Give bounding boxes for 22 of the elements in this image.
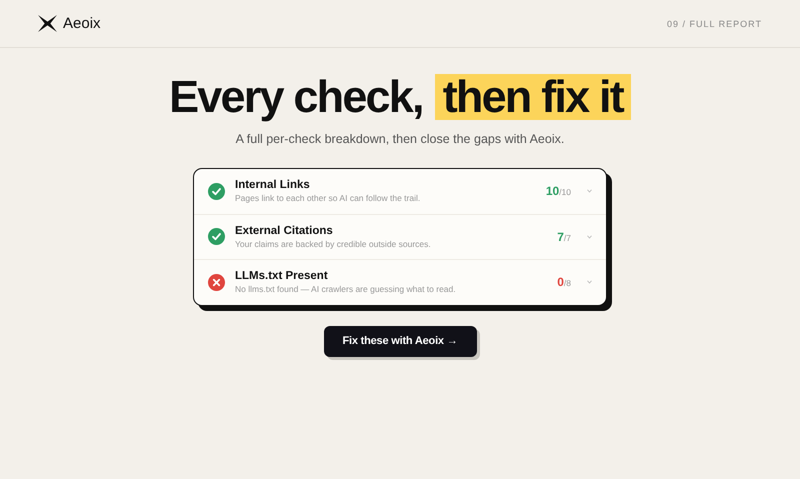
page-label: 09 / FULL REPORT xyxy=(666,18,762,28)
check-row[interactable]: External Citations Your claims are backed by credible outside sources. 7/7 xyxy=(194,214,606,260)
check-row[interactable]: LLMs.txt Present No llms.txt found — AI crawlers are guessing what to read. 0/8 xyxy=(194,260,606,304)
check-title: External Citations xyxy=(235,224,334,237)
subtitle: A full per-check breakdown, then close the gaps with Aeoix. xyxy=(236,132,564,146)
logo-icon xyxy=(38,15,57,32)
chevron-icon xyxy=(587,280,592,284)
check-title: LLMs.txt Present xyxy=(235,270,329,282)
check-score: 0/8 xyxy=(557,275,571,290)
headline: Every check, xyxy=(169,74,423,120)
check-score: 7/7 xyxy=(557,230,571,244)
check-title: Internal Links xyxy=(235,179,311,192)
check-description: No llms.txt found — AI crawlers are guessing what to read. xyxy=(235,284,457,294)
chevron-icon xyxy=(587,234,592,239)
headline-highlight: then fix it xyxy=(434,74,631,120)
brand-name: Aeoix xyxy=(63,15,101,32)
check-description: Pages link to each other so AI can follow the trail. xyxy=(235,193,422,204)
check-row[interactable]: Internal Links Pages link to each other so AI can follow the trail. 10/10 xyxy=(194,169,606,214)
check-description: Your claims are backed by credible outside sources. xyxy=(235,238,432,249)
fix-button[interactable]: Fix these with Aeoix → xyxy=(324,326,476,356)
chevron-icon xyxy=(587,189,592,194)
check-score: 10/10 xyxy=(546,184,571,198)
